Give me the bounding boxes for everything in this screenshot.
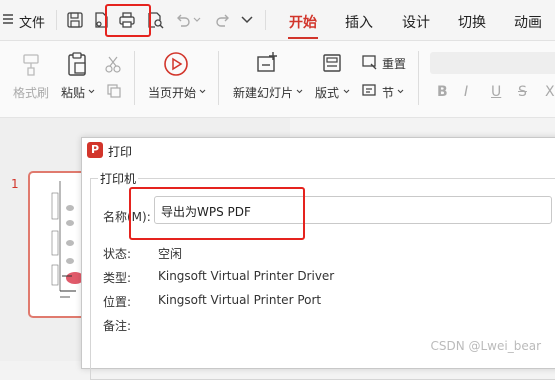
ribbon-toolbar: 格式刷 粘贴 当页开始 新建幻灯片 版式 重置 节 B I U S X	[0, 41, 555, 118]
bold-icon[interactable]: B	[437, 84, 448, 100]
divider	[265, 10, 266, 30]
tab-design[interactable]: 设计	[402, 12, 430, 32]
new-slide-label[interactable]: 新建幻灯片	[233, 84, 293, 101]
strikethrough-icon[interactable]: S	[518, 84, 527, 100]
tab-animation[interactable]: 动画	[514, 12, 542, 32]
chevron-down-icon[interactable]	[397, 89, 404, 94]
section-label[interactable]: 节	[382, 84, 394, 101]
print-dialog: P 打印 打印机 名称(M): 导出为WPS PDF 状态: 空闲 类型: Ki…	[81, 137, 555, 380]
slide-number: 1	[11, 177, 19, 191]
type-value: Kingsoft Virtual Printer Driver	[158, 269, 335, 283]
format-painter-label[interactable]: 格式刷	[13, 84, 49, 101]
watermark: CSDN @Lwei_bear	[430, 339, 541, 353]
type-label: 类型:	[103, 271, 132, 285]
font-name-box[interactable]	[430, 52, 555, 74]
redo-icon[interactable]	[214, 11, 232, 29]
current-page-start-label[interactable]: 当页开始	[148, 84, 196, 101]
play-icon[interactable]	[163, 51, 189, 77]
tab-transition[interactable]: 切换	[458, 12, 486, 32]
comment-label: 备注:	[103, 319, 132, 333]
dialog-title: 打印	[108, 145, 133, 159]
reset-icon[interactable]	[362, 54, 378, 70]
top-menu-bar: 文件 开始 插入 设计 切换 动画	[0, 0, 555, 41]
divider	[218, 51, 219, 105]
hamburger-menu-icon[interactable]	[2, 13, 14, 25]
location-label: 位置:	[103, 295, 132, 309]
paste-icon[interactable]	[66, 51, 88, 77]
underline-icon[interactable]: U	[491, 84, 501, 100]
new-slide-icon[interactable]	[255, 51, 279, 75]
superscript-icon[interactable]: X	[545, 84, 555, 100]
file-menu[interactable]: 文件	[19, 12, 45, 31]
paste-label[interactable]: 粘贴	[61, 84, 85, 101]
chevron-down-icon[interactable]	[199, 89, 206, 94]
reset-label[interactable]: 重置	[382, 55, 406, 72]
status-value: 空闲	[158, 247, 183, 261]
dialog-title-bar[interactable]: P 打印	[82, 138, 555, 164]
divider	[418, 51, 419, 105]
chevron-down-icon[interactable]	[193, 17, 201, 23]
slide-preview-diagram	[51, 181, 84, 298]
layout-icon[interactable]	[322, 53, 342, 73]
divider	[134, 51, 135, 105]
tab-home[interactable]: 开始	[289, 12, 317, 32]
section-icon[interactable]	[362, 83, 378, 99]
chevron-down-icon[interactable]	[343, 89, 350, 94]
chevron-down-icon[interactable]	[88, 89, 95, 94]
copy-icon[interactable]	[106, 83, 122, 99]
layout-label[interactable]: 版式	[315, 84, 339, 101]
wps-presentation-icon: P	[87, 142, 103, 158]
tab-insert[interactable]: 插入	[345, 12, 373, 32]
highlight-box	[129, 187, 305, 240]
active-tab-indicator	[288, 37, 318, 39]
chevron-down-icon[interactable]	[241, 16, 253, 24]
cut-icon[interactable]	[104, 55, 122, 73]
undo-icon[interactable]	[174, 11, 192, 29]
highlight-box	[105, 4, 151, 37]
italic-icon[interactable]: I	[464, 84, 468, 100]
save-icon[interactable]	[66, 11, 84, 29]
location-value: Kingsoft Virtual Printer Port	[158, 293, 322, 307]
chevron-down-icon[interactable]	[296, 89, 303, 94]
printer-group-label: 打印机	[98, 170, 139, 187]
format-painter-icon[interactable]	[20, 53, 42, 77]
status-label: 状态:	[103, 247, 132, 261]
divider	[56, 10, 57, 30]
